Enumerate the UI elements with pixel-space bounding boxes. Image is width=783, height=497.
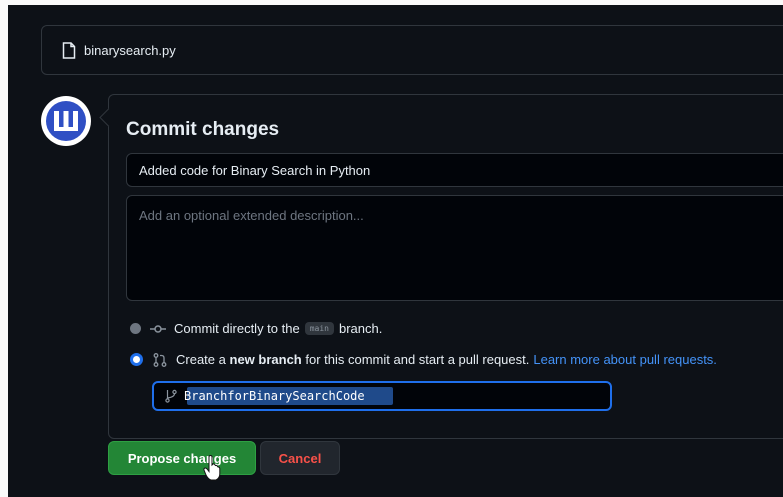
learn-more-link[interactable]: Learn more about pull requests. bbox=[533, 352, 717, 367]
git-branch-icon bbox=[165, 389, 177, 403]
main-branch-chip: main bbox=[304, 322, 334, 335]
option-new-prefix: Create a bbox=[176, 352, 226, 367]
git-commit-icon bbox=[150, 324, 166, 333]
commit-summary-input[interactable] bbox=[126, 153, 783, 187]
branch-name-field[interactable] bbox=[152, 381, 612, 411]
screen: binarysearch.py Commit changes Commit di… bbox=[8, 5, 783, 497]
git-pull-request-icon bbox=[153, 352, 167, 367]
option-new-branch[interactable]: Create a new branch for this commit and … bbox=[130, 352, 717, 367]
commit-title: Commit changes bbox=[126, 119, 280, 140]
avatar[interactable] bbox=[41, 96, 91, 146]
avatar-logo-icon bbox=[42, 97, 90, 145]
hand-pointer-cursor-icon bbox=[203, 455, 221, 481]
option-new-suffix: for this commit and start a pull request… bbox=[305, 352, 530, 367]
file-icon bbox=[62, 41, 76, 59]
option-commit-directly[interactable]: Commit directly to the main branch. bbox=[130, 321, 382, 336]
file-header: binarysearch.py bbox=[41, 25, 783, 75]
option-direct-suffix: branch. bbox=[338, 321, 383, 336]
option-new-bold: new branch bbox=[229, 352, 302, 367]
propose-changes-button[interactable]: Propose changes bbox=[108, 441, 256, 475]
radio-commit-directly[interactable] bbox=[130, 323, 141, 334]
branch-name-input[interactable] bbox=[184, 389, 604, 403]
cancel-button[interactable]: Cancel bbox=[260, 441, 340, 475]
radio-new-branch[interactable] bbox=[130, 353, 143, 366]
option-direct-prefix: Commit directly to the bbox=[174, 321, 300, 336]
file-name[interactable]: binarysearch.py bbox=[84, 43, 176, 58]
commit-description-input[interactable] bbox=[126, 195, 783, 301]
